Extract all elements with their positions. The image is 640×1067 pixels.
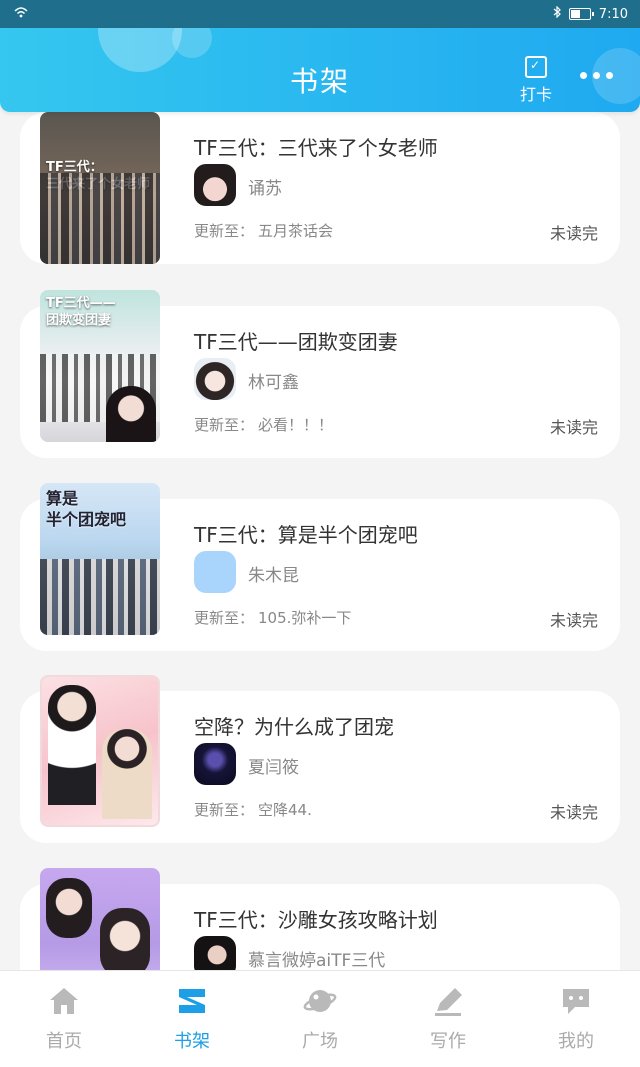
checkin-button[interactable]: 打卡 <box>516 56 556 105</box>
book-card[interactable]: TF三代—— 团欺变团妻 TF三代——团欺变团妻 林可鑫 更新至： 必看！！！ 未… <box>20 290 620 458</box>
author-name[interactable]: 诵苏 <box>248 174 282 199</box>
top-app-bar: 书架 打卡 <box>0 28 640 112</box>
book-title[interactable]: 空降？为什么成了团宠 <box>194 711 394 740</box>
book-card[interactable]: 算是 半个团宠吧 TF三代：算是半个团宠吧 朱木昆 更新至： 105.弥补一下 未… <box>20 483 620 651</box>
author-avatar[interactable] <box>194 164 236 206</box>
nav-bookshelf[interactable]: 书架 <box>142 985 242 1053</box>
more-options-button[interactable] <box>580 72 613 79</box>
nav-label: 写作 <box>430 1031 466 1052</box>
nav-label: 广场 <box>302 1031 338 1052</box>
author-name[interactable]: 朱木昆 <box>248 561 299 586</box>
nav-home[interactable]: 首页 <box>14 985 114 1053</box>
book-cover[interactable] <box>40 675 160 827</box>
book-cover[interactable]: 算是 半个团宠吧 <box>40 483 160 635</box>
cover-caption: 算是 半个团宠吧 <box>46 489 127 529</box>
read-status: 未读完 <box>549 224 598 243</box>
author-avatar[interactable] <box>194 551 236 593</box>
update-info: 更新至： 必看！！！ <box>194 416 334 434</box>
book-card[interactable]: 空降？为什么成了团宠 夏闫筱 更新至： 空降44. 未读完 <box>20 675 620 843</box>
book-title[interactable]: TF三代：三代来了个女老师 <box>194 132 438 161</box>
author-avatar[interactable] <box>194 936 236 970</box>
read-status: 未读完 <box>549 803 598 822</box>
author-name[interactable]: 慕言微婷aiTF三代 <box>248 946 385 970</box>
read-status: 未读完 <box>549 611 598 630</box>
nav-mine[interactable]: 我的 <box>526 985 626 1053</box>
author-name[interactable]: 林可鑫 <box>248 368 299 393</box>
nav-write[interactable]: 写作 <box>398 985 498 1053</box>
nav-label: 书架 <box>174 1031 210 1052</box>
calendar-check-icon <box>525 56 547 78</box>
book-cover[interactable]: TF三代—— 团欺变团妻 <box>40 290 160 442</box>
author-avatar[interactable] <box>194 358 236 400</box>
book-card[interactable]: TF三代： 三代来了个女老师 TF三代：三代来了个女老师 诵苏 更新至：五月茶话… <box>20 112 620 264</box>
nav-square[interactable]: 广场 <box>270 985 370 1053</box>
author-avatar[interactable] <box>194 743 236 785</box>
checkin-label: 打卡 <box>519 85 552 104</box>
read-status: 未读完 <box>549 418 598 437</box>
pen-icon <box>431 985 465 1017</box>
nav-label: 首页 <box>46 1031 82 1052</box>
update-info: 更新至： 105.弥补一下 <box>194 609 352 627</box>
chat-bubble-icon <box>559 985 593 1017</box>
bottom-navigation: 首页 书架 广场 写作 我的 <box>0 970 640 1067</box>
book-cover[interactable]: TF三代： 三代来了个女老师 <box>40 112 160 264</box>
cover-caption: TF三代—— 团欺变团妻 <box>46 296 116 328</box>
update-info: 更新至： 五月茶话会 <box>194 222 334 240</box>
bookshelf-list[interactable]: TF三代： 三代来了个女老师 TF三代：三代来了个女老师 诵苏 更新至：五月茶话… <box>0 0 640 970</box>
book-title[interactable]: TF三代：算是半个团宠吧 <box>194 519 418 548</box>
author-name[interactable]: 夏闫筱 <box>248 753 299 778</box>
home-icon <box>47 985 81 1017</box>
book-card[interactable]: TF三代：沙雕女孩攻略计划 慕言微婷aiTF三代 <box>20 868 620 970</box>
planet-icon <box>303 985 337 1017</box>
nav-label: 我的 <box>558 1031 594 1052</box>
book-title[interactable]: TF三代：沙雕女孩攻略计划 <box>194 904 438 933</box>
update-info: 更新至： 空降44. <box>194 801 312 819</box>
book-cover[interactable] <box>40 868 160 970</box>
book-title[interactable]: TF三代——团欺变团妻 <box>194 326 398 355</box>
bookshelf-icon <box>175 985 209 1017</box>
more-dots-icon <box>580 72 587 79</box>
